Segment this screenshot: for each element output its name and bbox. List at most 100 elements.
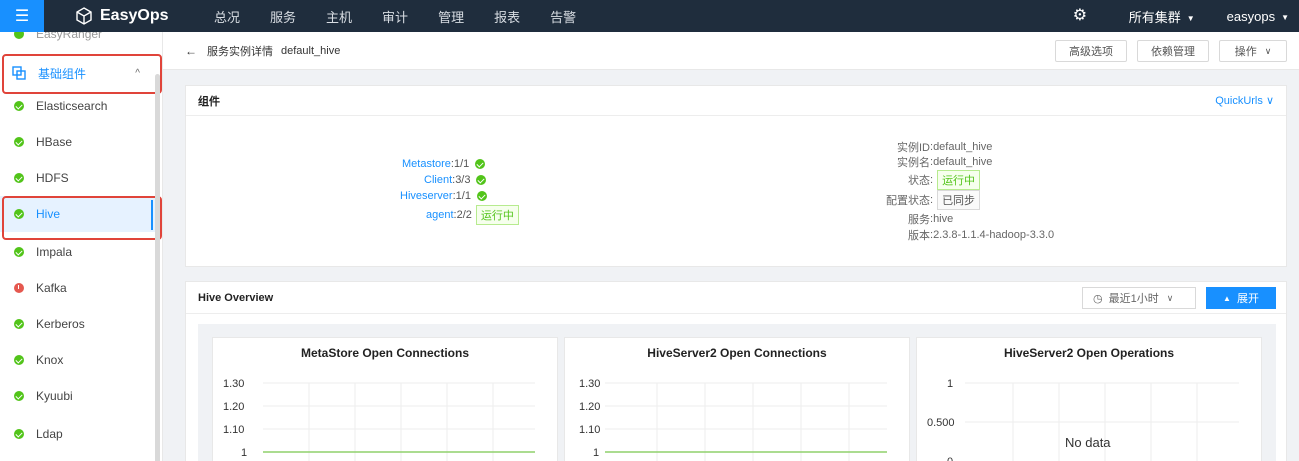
sidebar-item-kerberos[interactable]: Kerberos <box>0 306 155 342</box>
nav-item-hosts[interactable]: 主机 <box>314 7 370 26</box>
y-tick: 1.20 <box>223 401 244 413</box>
hive-overview-card: Hive Overview ◷ 最近1小时 ∨ ▲ 展开 MetaStore O… <box>185 281 1287 461</box>
sidebar-item-label: Elasticsearch <box>36 99 108 113</box>
gear-icon[interactable]: ⚙ <box>1073 8 1089 24</box>
y-tick: 0.500 <box>927 417 955 429</box>
expand-button[interactable]: ▲ 展开 <box>1206 287 1276 309</box>
sidebar-item-label: HDFS <box>36 171 69 185</box>
cluster-select[interactable]: 所有集群 ▼ <box>1129 7 1195 26</box>
sidebar-item-label: Kyuubi <box>36 389 73 403</box>
nav-item-services[interactable]: 服务 <box>258 7 314 26</box>
card-title: 组件 <box>186 86 1286 116</box>
time-range-select[interactable]: ◷ 最近1小时 ∨ <box>1082 287 1196 309</box>
sidebar-item-hbase[interactable]: HBase <box>0 124 155 160</box>
easyops-logo-icon <box>76 7 92 25</box>
info-status: 状态: 运行中 <box>850 170 981 190</box>
quickurls-label: QuickUrls <box>1215 95 1263 107</box>
sidebar: EasyRanger 基础组件 ^ Elasticsearch HBase HD… <box>0 32 163 461</box>
chart-hiveserver2-open-connections: HiveServer2 Open Connections 1.30 1.20 1… <box>564 337 910 461</box>
sidebar-item-impala[interactable]: Impala <box>0 234 155 270</box>
y-tick: 1 <box>241 447 247 459</box>
nav-item-manage[interactable]: 管理 <box>426 7 482 26</box>
sidebar-item-kyuubi[interactable]: Kyuubi <box>0 378 155 414</box>
top-right-controls: ⚙ 所有集群 ▼ easyops ▼ <box>1073 0 1299 32</box>
sidebar-item-label: Kerberos <box>36 317 85 331</box>
button-label: 依赖管理 <box>1151 46 1195 58</box>
info-key: 实例名 <box>897 157 930 169</box>
hamburger-icon[interactable]: ☰ <box>0 0 44 32</box>
advanced-options-button[interactable]: 高级选项 <box>1055 40 1127 62</box>
info-key: 状态 <box>908 175 930 187</box>
info-key: 服务 <box>908 214 930 226</box>
caret-down-icon: ▼ <box>1281 12 1289 22</box>
info-config-status: 配置状态: 已同步 <box>850 190 981 210</box>
no-data-message: No data <box>1065 435 1111 450</box>
info-value: default_hive <box>933 156 993 168</box>
button-label: 高级选项 <box>1069 46 1113 58</box>
user-menu[interactable]: easyops ▼ <box>1227 9 1289 24</box>
chart-plot: 1.30 1.20 1.10 1 <box>579 378 887 461</box>
status-ok-icon <box>14 355 24 365</box>
component-name[interactable]: Client <box>424 174 452 186</box>
info-service: 服务: hive <box>850 212 953 226</box>
sidebar-item-label: Impala <box>36 245 73 259</box>
dependency-management-button[interactable]: 依赖管理 <box>1137 40 1209 62</box>
component-name[interactable]: agent <box>426 209 454 221</box>
quickurls-dropdown[interactable]: QuickUrls ∨ <box>1215 94 1274 107</box>
info-instance-name: 实例名: default_hive <box>850 155 992 169</box>
y-tick: 1.10 <box>223 424 244 436</box>
component-count: 1/1 <box>455 190 471 202</box>
caret-down-icon: ▼ <box>1186 13 1195 23</box>
status-error-icon <box>14 283 24 293</box>
sidebar-item-hdfs[interactable]: HDFS <box>0 160 155 196</box>
sidebar-item-label: Knox <box>36 353 64 367</box>
instance-name: default_hive <box>281 44 341 57</box>
status-ok-icon <box>14 391 24 401</box>
component-row-agent: agent:2/2 运行中 <box>426 205 519 225</box>
info-value: 2.3.8-1.1.4-hadoop-3.3.0 <box>933 229 1055 241</box>
sidebar-item-kafka[interactable]: Kafka <box>0 270 155 306</box>
main-nav: 总况 服务 主机 审计 管理 报表 告警 <box>202 7 594 26</box>
status-ok-icon <box>14 247 24 257</box>
y-tick: 1.20 <box>579 401 600 413</box>
y-tick: 1.30 <box>223 378 244 390</box>
brand[interactable]: EasyOps <box>74 6 194 26</box>
status-badge: 运行中 <box>937 170 981 190</box>
status-badge: 运行中 <box>475 205 519 225</box>
status-ok-icon <box>476 175 487 185</box>
chart-hiveserver2-open-operations: HiveServer2 Open Operations 1 0.500 0 No… <box>916 337 1262 461</box>
nav-item-overview[interactable]: 总况 <box>202 7 258 26</box>
component-row-metastore: Metastore:1/1 <box>402 157 486 171</box>
sidebar-item-easyranger[interactable]: EasyRanger <box>14 32 103 41</box>
component-count: 1/1 <box>453 158 470 170</box>
top-navbar: ☰ EasyOps 总况 服务 主机 审计 管理 报表 告警 ⚙ 所有集群 ▼ e… <box>0 0 1299 32</box>
chart-metastore-open-connections: MetaStore Open Connections 1.30 1.20 1.1… <box>212 337 558 461</box>
component-count: 3/3 <box>455 174 471 186</box>
y-tick: 1 <box>593 447 599 459</box>
sidebar-item-knox[interactable]: Knox <box>0 342 155 378</box>
component-row-client: Client:3/3 <box>424 173 487 187</box>
status-ok-icon <box>475 159 486 169</box>
sidebar-item-elasticsearch[interactable]: Elasticsearch <box>0 88 155 124</box>
info-key: 实例ID <box>897 142 930 154</box>
nav-item-audit[interactable]: 审计 <box>370 7 426 26</box>
nav-item-reports[interactable]: 报表 <box>482 7 538 26</box>
info-key: 版本 <box>908 230 930 242</box>
breadcrumb: 服务实例详情 <box>207 45 273 58</box>
status-ok-icon <box>14 173 24 183</box>
info-key: 配置状态 <box>886 195 930 207</box>
expand-label: 展开 <box>1236 293 1259 305</box>
status-ok-icon <box>14 101 24 111</box>
actions-dropdown[interactable]: 操作 ∨ <box>1219 40 1287 62</box>
sidebar-item-label: EasyRanger <box>36 32 103 41</box>
sidebar-item-ldap[interactable]: Ldap <box>0 416 155 452</box>
status-ok-icon <box>14 319 24 329</box>
y-tick: 1.30 <box>579 378 600 390</box>
sidebar-scrollbar[interactable] <box>155 74 160 461</box>
user-name: easyops <box>1226 8 1276 24</box>
arrow-left-icon[interactable]: ← <box>185 44 197 58</box>
nav-item-alerts[interactable]: 告警 <box>538 7 594 26</box>
y-tick: 0 <box>947 456 953 461</box>
component-name[interactable]: Metastore <box>402 158 451 170</box>
component-name[interactable]: Hiveserver <box>400 190 453 202</box>
